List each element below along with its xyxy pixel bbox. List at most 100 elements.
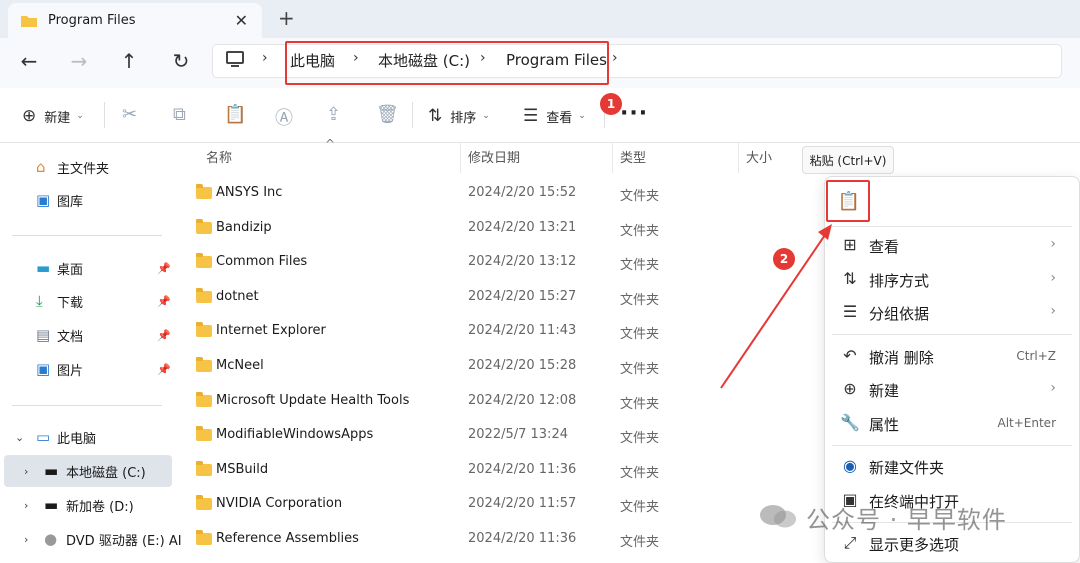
chevron-right-icon: › [1050,236,1056,252]
file-row[interactable]: NVIDIA Corporation 2024/2/20 11:57 文件夹 [176,487,816,521]
rename-icon[interactable]: Ⓐ [275,104,293,130]
chevron-down-icon: ⌄ [76,111,84,121]
copy-icon[interactable]: ⧉ [173,104,186,125]
more-options-button[interactable]: ··· [620,101,648,126]
computer-icon[interactable] [226,51,244,67]
folder-icon [196,460,212,476]
sidebar-item-gallery[interactable]: ▣ 图库 [0,184,175,216]
sort-ascending-icon: ^ [325,137,336,151]
sidebar-item-downloads[interactable]: ⤓ 下载 📌 [0,285,175,317]
wechat-logo-icon [760,505,796,528]
folder-icon [196,357,212,372]
file-row[interactable]: Internet Explorer 2024/2/20 11:43 文件夹 [176,314,816,348]
file-row[interactable]: McNeel 2024/2/20 15:28 文件夹 [176,349,816,383]
view-button[interactable]: ☰ 查看 ⌄ [523,106,586,126]
step-badge-1: 1 [600,93,622,115]
pin-icon[interactable]: 📌 [157,262,171,275]
file-name: NVIDIA Corporation [216,496,343,512]
menu-item-sort-by[interactable]: ⇅ 排序方式 › [824,264,1080,296]
sidebar-item-documents[interactable]: ▤ 文档 📌 [0,319,175,351]
shortcut-label: Alt+Enter [997,416,1056,430]
column-header-date[interactable]: 修改日期 [468,147,520,166]
file-row[interactable]: Microsoft Update Health Tools 2024/2/20 1… [176,384,816,418]
home-icon: ⌂ [36,158,46,176]
sidebar-item-label: DVD 驱动器 (E:) AI [66,533,182,549]
menu-item-group-by[interactable]: ☰ 分组依据 › [824,297,1080,329]
divider [12,235,162,236]
file-date: 2024/2/20 11:36 [468,461,577,477]
menu-item-label: 分组依据 [869,305,930,323]
new-button[interactable]: ⊕ 新建 ⌄ [22,106,84,126]
file-row[interactable]: Reference Assemblies 2024/2/20 11:36 文件夹 [176,522,816,556]
file-row[interactable]: ModifiableWindowsApps 2022/5/7 13:24 文件夹 [176,418,816,452]
sort-button[interactable]: ⇅ 排序 ⌄ [428,106,490,126]
pin-icon[interactable]: 📌 [157,295,171,308]
menu-item-new-folder[interactable]: ◉ 新建文件夹 [824,451,1080,483]
file-row[interactable]: Bandizip 2024/2/20 13:21 文件夹 [176,211,816,245]
column-header-size[interactable]: 大小 [746,147,772,166]
menu-item-label: 排序方式 [869,272,930,290]
menu-item-view[interactable]: ⊞ 查看 › [824,230,1080,262]
forward-button[interactable]: → [64,48,94,74]
menu-item-label: 新建文件夹 [869,459,945,477]
share-icon[interactable]: ⇪ [326,104,341,125]
pin-icon[interactable]: 📌 [157,363,171,376]
sidebar-item-label: 新加卷 (D:) [66,499,134,515]
sidebar-item-pictures[interactable]: ▣ 图片 📌 [0,353,175,385]
refresh-button[interactable]: ↻ [166,48,196,74]
sidebar-item-drive-e[interactable]: › ● DVD 驱动器 (E:) AI [0,523,182,555]
column-header-name[interactable]: 名称 [206,147,232,166]
chevron-down-icon[interactable]: ⌄ [15,431,24,444]
divider [832,445,1072,446]
menu-item-undo-delete[interactable]: ↶ 撤消 删除 Ctrl+Z [824,341,1080,373]
sidebar-item-home[interactable]: ⌂ 主文件夹 [0,151,175,183]
file-row[interactable]: Common Files 2024/2/20 13:12 文件夹 [176,245,816,279]
divider [832,334,1072,335]
step-badge-2: 2 [773,248,795,270]
sidebar-item-this-pc[interactable]: ⌄ ▭ 此电脑 [0,421,175,453]
file-type: 文件夹 [620,189,660,204]
file-row[interactable]: MSBuild 2024/2/20 11:36 文件夹 [176,453,816,487]
plus-circle-icon: ⊕ [843,379,857,398]
file-row[interactable]: dotnet 2024/2/20 15:27 文件夹 [176,280,816,314]
sidebar-item-desktop[interactable]: ▬ 桌面 📌 [0,252,175,284]
chevron-right-icon[interactable]: › [24,465,28,478]
sidebar-item-label: 图片 [57,363,84,379]
folder-icon [196,530,212,545]
chevron-right-icon[interactable]: › [612,50,618,66]
menu-item-new[interactable]: ⊕ 新建 › [824,374,1080,406]
chevron-down-icon: ⌄ [578,111,586,121]
menu-item-label: 属性 [869,416,900,434]
divider [412,102,413,128]
column-header-type[interactable]: 类型 [620,147,646,166]
delete-icon[interactable]: 🗑 [376,104,399,125]
file-date: 2024/2/20 11:43 [468,323,577,339]
back-button[interactable]: ← [14,48,44,74]
chevron-right-icon[interactable]: › [262,50,268,66]
pin-icon[interactable]: 📌 [157,329,171,342]
file-name: Bandizip [216,219,272,235]
up-button[interactable]: ↑ [114,48,144,74]
highlight-box-paste [826,180,870,222]
file-date: 2024/2/20 15:27 [468,288,577,304]
file-date: 2022/5/7 13:24 [468,427,568,443]
command-bar: ⊕ 新建 ⌄ ✂ ⧉ 📋 Ⓐ ⇪ 🗑 ⇅ 排序 ⌄ ☰ 查看 ⌄ [0,88,1080,143]
document-icon: ▤ [36,326,51,344]
sidebar-item-drive-c[interactable]: › ▬ 本地磁盘 (C:) [4,455,172,487]
menu-item-properties[interactable]: 🔧 属性 Alt+Enter [824,408,1080,440]
new-tab-button[interactable]: + [278,6,295,30]
cut-icon[interactable]: ✂ [122,104,137,125]
paste-icon[interactable]: 📋 [224,104,246,125]
file-date: 2024/2/20 15:28 [468,358,577,373]
tab-program-files[interactable]: Program Files ✕ [8,3,262,38]
close-icon[interactable]: ✕ [235,11,248,30]
sidebar-item-drive-d[interactable]: › ▬ 新加卷 (D:) [0,489,175,521]
dvd-icon: ● [44,530,58,548]
file-date: 2024/2/20 11:57 [468,496,577,512]
group-list-icon: ☰ [842,302,858,321]
chevron-right-icon[interactable]: › [24,499,28,512]
file-type: 文件夹 [620,500,660,516]
chevron-right-icon[interactable]: › [24,533,28,546]
file-row[interactable]: ANSYS Inc 2024/2/20 15:52 文件夹 [176,176,816,210]
computer-icon: ▭ [36,428,51,446]
